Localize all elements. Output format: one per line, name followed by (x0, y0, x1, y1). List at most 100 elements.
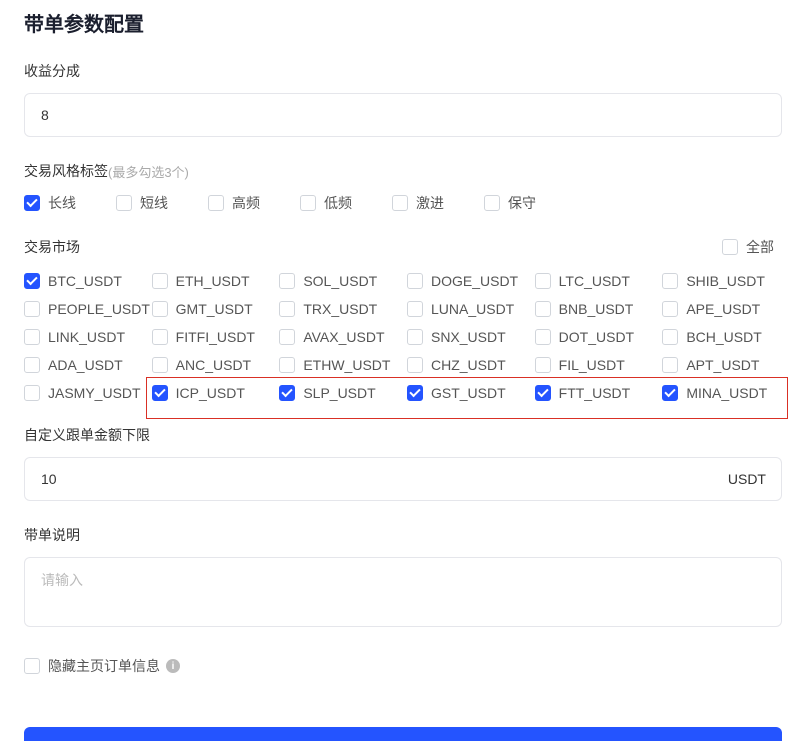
style-tag-长线[interactable]: 长线 (24, 193, 84, 213)
checkbox-icon (407, 385, 423, 401)
market-SLP_USDT[interactable]: SLP_USDT (279, 385, 399, 401)
checkbox-icon (24, 329, 40, 345)
checkbox-icon (662, 273, 678, 289)
market-GMT_USDT[interactable]: GMT_USDT (152, 301, 272, 317)
checkbox-icon (300, 195, 316, 211)
checkbox-icon (116, 195, 132, 211)
style-tag-label: 短线 (140, 193, 168, 213)
market-item-label: MINA_USDT (686, 385, 767, 401)
market-all-checkbox[interactable]: 全部 (722, 237, 782, 257)
market-BNB_USDT[interactable]: BNB_USDT (535, 301, 655, 317)
market-APE_USDT[interactable]: APE_USDT (662, 301, 782, 317)
market-ADA_USDT[interactable]: ADA_USDT (24, 357, 144, 373)
market-item-label: SNX_USDT (431, 329, 506, 345)
market-item-label: DOGE_USDT (431, 273, 518, 289)
market-item-label: FITFI_USDT (176, 329, 255, 345)
market-ETH_USDT[interactable]: ETH_USDT (152, 273, 272, 289)
market-all-label: 全部 (746, 237, 774, 257)
checkbox-icon (208, 195, 224, 211)
submit-button[interactable] (24, 727, 782, 741)
checkbox-icon (152, 329, 168, 345)
profit-share-input[interactable] (24, 93, 782, 137)
checkbox-icon (152, 357, 168, 373)
market-item-label: PEOPLE_USDT (48, 301, 150, 317)
market-FIL_USDT[interactable]: FIL_USDT (535, 357, 655, 373)
market-item-label: GST_USDT (431, 385, 506, 401)
market-GST_USDT[interactable]: GST_USDT (407, 385, 527, 401)
market-DOT_USDT[interactable]: DOT_USDT (535, 329, 655, 345)
market-SNX_USDT[interactable]: SNX_USDT (407, 329, 527, 345)
market-SHIB_USDT[interactable]: SHIB_USDT (662, 273, 782, 289)
checkbox-icon (407, 273, 423, 289)
style-tag-高频[interactable]: 高频 (208, 193, 268, 213)
checkbox-icon (279, 273, 295, 289)
market-BTC_USDT[interactable]: BTC_USDT (24, 273, 144, 289)
checkbox-icon (535, 273, 551, 289)
checkbox-icon (407, 357, 423, 373)
market-SOL_USDT[interactable]: SOL_USDT (279, 273, 399, 289)
market-MINA_USDT[interactable]: MINA_USDT (662, 385, 782, 401)
style-tags-field: 交易风格标签 (最多勾选3个) 长线短线高频低频激进保守 (24, 161, 782, 213)
market-item-label: SHIB_USDT (686, 273, 765, 289)
market-ICP_USDT[interactable]: ICP_USDT (152, 385, 272, 401)
market-CHZ_USDT[interactable]: CHZ_USDT (407, 357, 527, 373)
market-item-label: CHZ_USDT (431, 357, 506, 373)
market-JASMY_USDT[interactable]: JASMY_USDT (24, 385, 144, 401)
description-label: 带单说明 (24, 525, 782, 545)
market-PEOPLE_USDT[interactable]: PEOPLE_USDT (24, 301, 144, 317)
market-AVAX_USDT[interactable]: AVAX_USDT (279, 329, 399, 345)
checkbox-icon (662, 301, 678, 317)
market-item-label: SOL_USDT (303, 273, 377, 289)
hide-order-field: 隐藏主页订单信息 i (24, 656, 782, 679)
market-item-label: LINK_USDT (48, 329, 125, 345)
style-tag-短线[interactable]: 短线 (116, 193, 176, 213)
checkbox-icon (407, 301, 423, 317)
market-LUNA_USDT[interactable]: LUNA_USDT (407, 301, 527, 317)
profit-share-label: 收益分成 (24, 61, 782, 81)
style-tag-低频[interactable]: 低频 (300, 193, 360, 213)
style-tag-label: 低频 (324, 193, 352, 213)
style-tag-激进[interactable]: 激进 (392, 193, 452, 213)
style-tag-label: 保守 (508, 193, 536, 213)
market-label: 交易市场 (24, 237, 80, 257)
market-LTC_USDT[interactable]: LTC_USDT (535, 273, 655, 289)
checkbox-icon (152, 301, 168, 317)
market-TRX_USDT[interactable]: TRX_USDT (279, 301, 399, 317)
market-FITFI_USDT[interactable]: FITFI_USDT (152, 329, 272, 345)
page-title: 带单参数配置 (24, 0, 782, 61)
style-tag-label: 高频 (232, 193, 260, 213)
info-icon: i (166, 659, 180, 673)
checkbox-icon (24, 301, 40, 317)
market-DOGE_USDT[interactable]: DOGE_USDT (407, 273, 527, 289)
checkbox-icon (279, 357, 295, 373)
market-item-label: APT_USDT (686, 357, 759, 373)
checkbox-icon (407, 329, 423, 345)
market-item-label: FTT_USDT (559, 385, 631, 401)
market-item-label: BNB_USDT (559, 301, 634, 317)
market-APT_USDT[interactable]: APT_USDT (662, 357, 782, 373)
style-tag-保守[interactable]: 保守 (484, 193, 544, 213)
checkbox-icon (24, 658, 40, 674)
description-textarea[interactable] (24, 557, 782, 627)
checkbox-icon (279, 301, 295, 317)
market-ETHW_USDT[interactable]: ETHW_USDT (279, 357, 399, 373)
checkbox-icon (24, 357, 40, 373)
market-LINK_USDT[interactable]: LINK_USDT (24, 329, 144, 345)
market-FTT_USDT[interactable]: FTT_USDT (535, 385, 655, 401)
market-BCH_USDT[interactable]: BCH_USDT (662, 329, 782, 345)
min-follow-field: 自定义跟单金额下限 USDT (24, 425, 782, 501)
market-item-label: ANC_USDT (176, 357, 251, 373)
market-item-label: SLP_USDT (303, 385, 375, 401)
market-item-label: LTC_USDT (559, 273, 630, 289)
market-item-label: DOT_USDT (559, 329, 634, 345)
checkbox-icon (279, 385, 295, 401)
checkbox-icon (662, 385, 678, 401)
market-item-label: LUNA_USDT (431, 301, 514, 317)
style-tag-label: 长线 (48, 193, 76, 213)
min-follow-input[interactable] (24, 457, 782, 501)
market-item-label: BTC_USDT (48, 273, 122, 289)
hide-order-label: 隐藏主页订单信息 (48, 656, 160, 676)
checkbox-icon (24, 385, 40, 401)
hide-order-checkbox[interactable]: 隐藏主页订单信息 i (24, 656, 180, 676)
market-ANC_USDT[interactable]: ANC_USDT (152, 357, 272, 373)
